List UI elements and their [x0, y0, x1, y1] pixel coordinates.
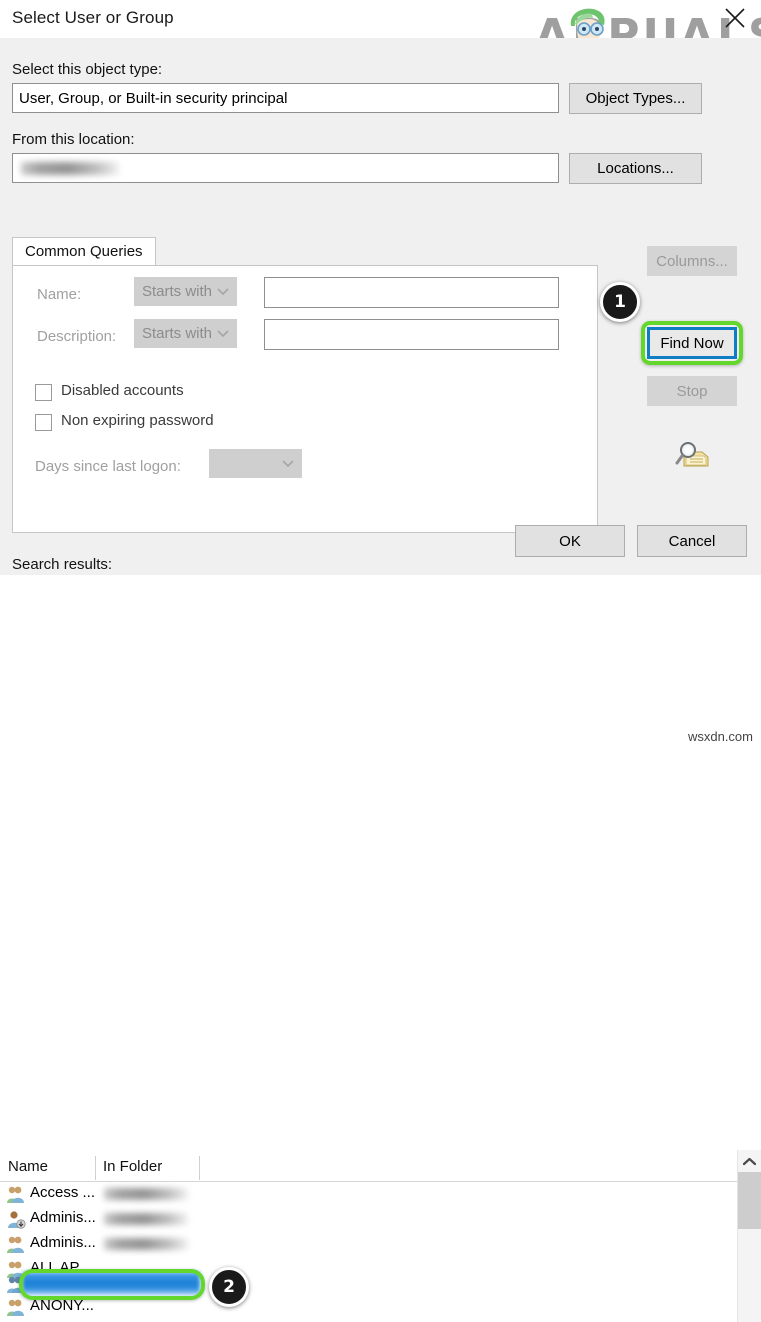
row-name: Adminis...: [30, 1209, 96, 1226]
group-icon: [7, 1186, 24, 1203]
object-type-label: Select this object type:: [12, 61, 163, 78]
group-icon: [7, 1236, 24, 1253]
scrollbar-thumb[interactable]: [738, 1172, 761, 1229]
column-header-in-folder[interactable]: In Folder: [103, 1158, 162, 1175]
search-results-label: Search results:: [12, 556, 113, 573]
table-row[interactable]: ANONY...: [0, 1295, 737, 1320]
user-badge-icon: [8, 1211, 26, 1229]
name-operator-select[interactable]: Starts with: [134, 277, 237, 306]
description-label: Description:: [37, 328, 117, 345]
stop-button[interactable]: Stop: [647, 376, 737, 406]
table-row[interactable]: Access ...: [0, 1182, 737, 1207]
column-divider[interactable]: [95, 1156, 96, 1180]
search-results-list: Name In Folder Access ... Adminis... Adm…: [0, 575, 761, 1322]
row-name: Adminis...: [30, 1234, 96, 1251]
find-now-button[interactable]: Find Now: [647, 327, 737, 359]
disabled-accounts-checkbox[interactable]: [35, 384, 52, 401]
days-since-logon-label: Days since last logon:: [35, 458, 181, 475]
name-query-input[interactable]: [264, 277, 559, 308]
site-watermark: wsxdn.com: [687, 729, 753, 744]
ok-button[interactable]: OK: [515, 525, 625, 557]
step-1-badge: 1: [600, 282, 640, 322]
object-types-button[interactable]: Object Types...: [569, 83, 702, 114]
common-queries-panel: Name: Starts with Description: Starts wi…: [12, 265, 598, 533]
magnifier-folder-icon: [675, 442, 709, 467]
description-operator-value: Starts with: [142, 325, 213, 342]
scroll-up-button[interactable]: [738, 1150, 761, 1172]
from-location-input[interactable]: [12, 153, 559, 183]
non-expiring-password-label: Non expiring password: [61, 412, 214, 429]
columns-button[interactable]: Columns...: [647, 246, 737, 276]
close-button[interactable]: [720, 4, 750, 32]
window-title: Select User or Group: [12, 8, 174, 27]
description-operator-select[interactable]: Starts with: [134, 319, 237, 348]
redacted-folder-value: [104, 1238, 188, 1250]
results-column-header: Name In Folder: [0, 1154, 737, 1182]
row-name: ANONY...: [30, 1297, 94, 1314]
tab-strip: Common Queries: [12, 237, 598, 265]
chevron-up-icon: [743, 1157, 756, 1165]
tab-common-queries[interactable]: Common Queries: [12, 237, 156, 265]
redacted-location-value: [21, 161, 119, 175]
title-bar: Select User or Group APPUALS: [0, 0, 761, 61]
column-divider[interactable]: [199, 1156, 200, 1180]
chevron-down-icon: [217, 287, 229, 295]
object-type-input[interactable]: User, Group, or Built-in security princi…: [12, 83, 559, 113]
dialog-body: Select this object type: User, Group, or…: [0, 38, 761, 575]
days-since-logon-select[interactable]: [209, 449, 302, 478]
cancel-button[interactable]: Cancel: [637, 525, 747, 557]
row-name: Access ...: [30, 1184, 96, 1201]
results-scrollbar[interactable]: [737, 1150, 761, 1322]
table-row[interactable]: Adminis...: [0, 1232, 737, 1257]
name-operator-value: Starts with: [142, 283, 213, 300]
description-query-input[interactable]: [264, 319, 559, 350]
chevron-down-icon: [217, 329, 229, 337]
redacted-folder-value: [104, 1213, 188, 1225]
redacted-folder-value: [104, 1188, 188, 1200]
close-icon: [725, 8, 745, 28]
table-row[interactable]: Adminis...: [0, 1207, 737, 1232]
name-label: Name:: [37, 286, 82, 303]
from-location-label: From this location:: [12, 131, 135, 148]
disabled-accounts-label: Disabled accounts: [61, 382, 184, 399]
group-icon: [7, 1299, 24, 1316]
locations-button[interactable]: Locations...: [569, 153, 702, 184]
column-header-name[interactable]: Name: [8, 1158, 48, 1175]
non-expiring-password-checkbox[interactable]: [35, 414, 52, 431]
chevron-down-icon: [282, 459, 294, 467]
